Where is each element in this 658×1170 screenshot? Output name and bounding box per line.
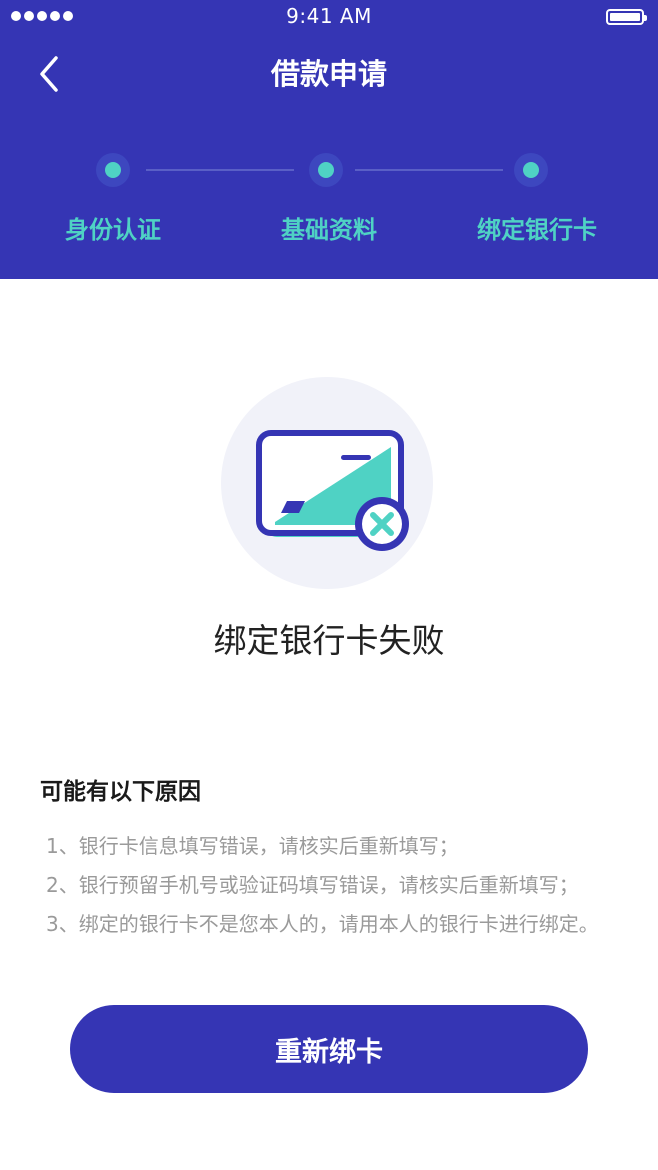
- step-connector: [355, 169, 503, 171]
- reasons-heading: 可能有以下原因: [40, 779, 201, 805]
- step-indicator-basic-info: [309, 153, 343, 187]
- status-time: 9:41 AM: [286, 4, 372, 28]
- list-item: 3、绑定的银行卡不是您本人的，请用本人的银行卡进行绑定。: [46, 912, 599, 936]
- step-label-basic-info: 基础资料: [281, 216, 377, 244]
- retry-bind-card-button[interactable]: 重新绑卡: [70, 1005, 588, 1093]
- step-label-identity: 身份认证: [65, 216, 161, 244]
- page-title: 借款申请: [270, 57, 387, 91]
- reasons-list: 1、银行卡信息填写错误，请核实后重新填写； 2、银行预留手机号或验证码填写错误，…: [46, 827, 616, 944]
- step-indicator-bind-card: [514, 153, 548, 187]
- step-indicator-identity: [96, 153, 130, 187]
- step-label-bind-card: 绑定银行卡: [477, 216, 597, 244]
- header: 9:41 AM 借款申请 身份认证 基础资料 绑定银行卡: [0, 0, 658, 279]
- result-title: 绑定银行卡失败: [213, 621, 445, 660]
- battery-icon: [606, 9, 647, 25]
- step-connector: [146, 169, 294, 171]
- list-item: 1、银行卡信息填写错误，请核实后重新填写；: [46, 834, 459, 858]
- bank-card-error-icon: [221, 377, 433, 589]
- list-item: 2、银行预留手机号或验证码填写错误，请核实后重新填写；: [46, 873, 579, 897]
